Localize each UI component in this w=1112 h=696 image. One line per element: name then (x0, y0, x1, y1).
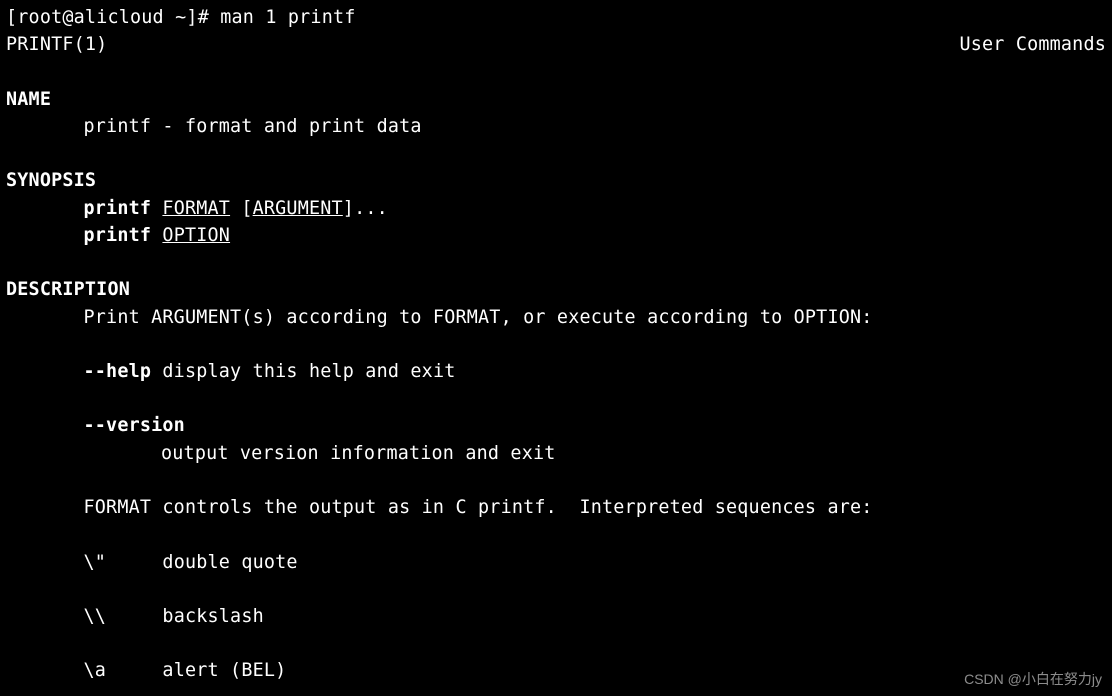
seq-row-2: \\ backslash (6, 603, 1106, 630)
prompt-symbol: # (198, 7, 209, 28)
synopsis-close: ]... (343, 198, 388, 219)
man-header-left: PRINTF(1) (6, 31, 107, 58)
synopsis-line-2: printf OPTION (6, 222, 1106, 249)
help-flag: --help (84, 361, 152, 382)
prompt-at: @ (62, 7, 73, 28)
blank (6, 576, 1106, 603)
prompt-cwd: ~ (175, 7, 186, 28)
blank (6, 249, 1106, 276)
synopsis-arg: ARGUMENT (253, 198, 343, 219)
seq-row-1: \" double quote (6, 549, 1106, 576)
synopsis-line-1: printf FORMAT [ARGUMENT]... (6, 195, 1106, 222)
help-line: --help display this help and exit (6, 358, 1106, 385)
description-intro: Print ARGUMENT(s) according to FORMAT, o… (6, 304, 1106, 331)
seq3-key: \a (84, 660, 107, 681)
seq2-val: backslash (162, 606, 263, 627)
version-flag: --version (84, 415, 185, 436)
seq2-key: \\ (84, 606, 107, 627)
version-text: output version information and exit (6, 440, 1106, 467)
blank (6, 385, 1106, 412)
blank (6, 630, 1106, 657)
prompt-sep (209, 7, 220, 28)
prompt-space (164, 7, 175, 28)
synopsis-cmd2: printf (84, 225, 152, 246)
prompt-close: ] (186, 7, 197, 28)
seq1-key: \" (84, 552, 107, 573)
section-description-title: DESCRIPTION (6, 276, 1106, 303)
synopsis-format: FORMAT (162, 198, 230, 219)
seq3-val: alert (BEL) (162, 660, 286, 681)
prompt-open: [ (6, 7, 17, 28)
blank (6, 331, 1106, 358)
blank (6, 58, 1106, 85)
blank (6, 467, 1106, 494)
watermark: CSDN @小白在努力jy (964, 669, 1102, 690)
synopsis-open: [ (230, 198, 253, 219)
command-text: man 1 printf (220, 7, 355, 28)
section-name-text: printf - format and print data (6, 113, 1106, 140)
prompt-user: root (17, 7, 62, 28)
blank (6, 140, 1106, 167)
format-text: FORMAT controls the output as in C print… (6, 494, 1106, 521)
synopsis-option: OPTION (162, 225, 230, 246)
version-flag-line: --version (6, 412, 1106, 439)
prompt-host: alicloud (74, 7, 164, 28)
section-synopsis-title: SYNOPSIS (6, 167, 1106, 194)
help-text: display this help and exit (151, 361, 455, 382)
seq1-val: double quote (162, 552, 297, 573)
synopsis-cmd: printf (84, 198, 152, 219)
shell-prompt-line[interactable]: [root@alicloud ~]# man 1 printf (6, 4, 1106, 31)
seq-row-3: \a alert (BEL) (6, 657, 1106, 684)
man-header-center: User Commands (959, 31, 1106, 58)
section-name-title: NAME (6, 86, 1106, 113)
blank (6, 521, 1106, 548)
man-header: PRINTF(1) User Commands (6, 31, 1106, 58)
